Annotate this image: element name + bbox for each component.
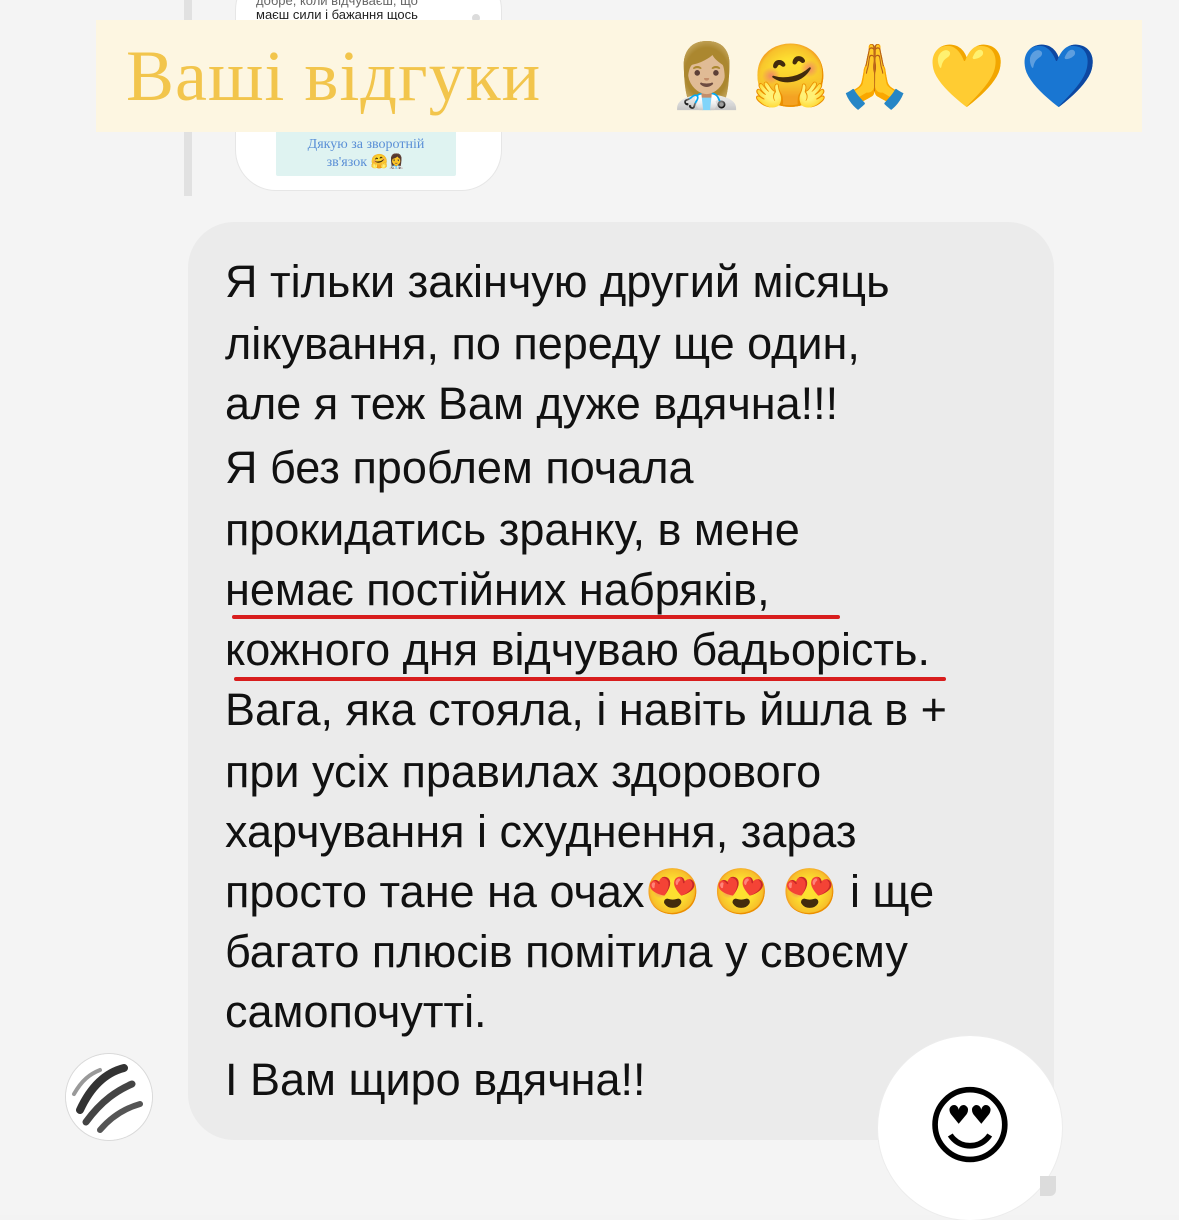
doctor-emoji-icon: 👩🏼‍⚕️ (668, 39, 746, 112)
previous-message-image-caption: Дякую за зворотній зв'язок 🤗👩‍⚕️ (276, 136, 456, 172)
pray-emoji-icon: 🙏 (836, 39, 914, 112)
message-line: просто тане на очах😍 😍 😍 і ще (225, 866, 935, 917)
hugging-emoji-icon: 🤗 (752, 39, 830, 112)
message-line: лікування, по переду ще один, (225, 318, 860, 369)
message-line: багато плюсів помітила у своєму (225, 926, 908, 977)
title-banner: Ваші відгуки 👩🏼‍⚕️ 🤗 🙏 💛 💙 (96, 20, 1142, 132)
image-caption-line-1: Дякую за зворотній (307, 137, 425, 152)
message-bubble[interactable]: Я тільки закінчую другий місяць лікуванн… (188, 222, 1054, 1140)
highlight-underline (232, 615, 840, 619)
image-caption-line-2: зв'язок 🤗👩‍⚕️ (326, 155, 406, 170)
avatar-graphic (66, 1054, 152, 1140)
bubble-corner (1040, 1176, 1056, 1196)
reaction-bubble[interactable]: 😍 (878, 1036, 1062, 1220)
banner-title: Ваші відгуки (126, 36, 542, 116)
message-line: кожного дня відчуваю бадьорість. (225, 624, 930, 675)
message-line: Я без проблем почала (225, 442, 694, 493)
message-line: І Вам щиро вдячна!! (225, 1054, 646, 1105)
message-line: самопочутті. (225, 986, 487, 1037)
message-line: Вага, яка стояла, і навіть йшла в + (225, 684, 947, 735)
message-line: при усіх правилах здорового (225, 746, 822, 797)
yellow-heart-icon: 💛 (928, 39, 1006, 112)
user-avatar-icon[interactable] (66, 1054, 152, 1140)
message-line: немає постійних набряків, (225, 564, 770, 615)
message-line: прокидатись зранку, в мене (225, 504, 800, 555)
blue-heart-icon: 💙 (1020, 39, 1098, 112)
message-line: але я теж Вам дуже вдячна!!! (225, 378, 839, 429)
previous-message-image[interactable]: Дякую за зворотній зв'язок 🤗👩‍⚕️ (276, 130, 456, 176)
previous-message-text: добре, коли відчуваєш, що маєш сили і ба… (256, 0, 486, 22)
heart-eyes-emoji-icon: 😍 (925, 1077, 1015, 1177)
chat-screen: добре, коли відчуваєш, що маєш сили і ба… (0, 0, 1179, 1220)
message-line: Я тільки закінчую другий місяць (225, 256, 890, 307)
message-line: харчування і схуднення, зараз (225, 806, 857, 857)
